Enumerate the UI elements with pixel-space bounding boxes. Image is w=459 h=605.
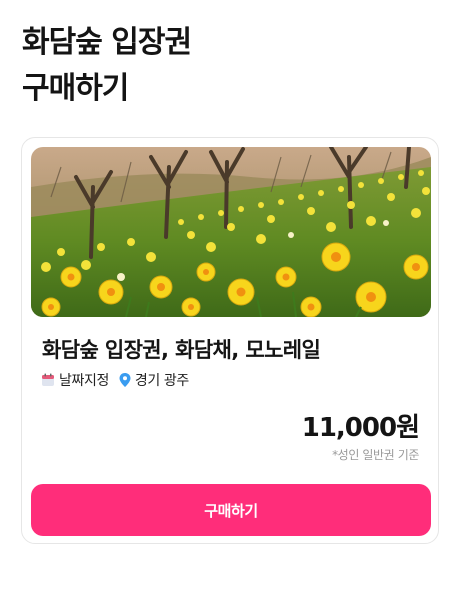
product-card[interactable]: 화담숲 입장권, 화담채, 모노레일 날짜지정 경기 광주 11,000원 *성… (21, 137, 439, 544)
location: 경기 광주 (119, 370, 189, 390)
price-note: *성인 일반권 기준 (332, 448, 419, 462)
buy-button[interactable]: 구매하기 (31, 484, 431, 536)
daffodil-field-illustration (31, 147, 431, 317)
page-title-line2: 구매하기 (22, 71, 129, 106)
price: 11,000원 (301, 413, 420, 443)
location-pin-icon (119, 373, 131, 387)
product-image (31, 147, 431, 317)
date-type: 날짜지정 (41, 370, 109, 390)
page-title-line1: 화담숲 입장권 (22, 25, 192, 60)
calendar-icon (42, 373, 54, 386)
product-name: 화담숲 입장권, 화담채, 모노레일 (42, 338, 321, 362)
date-label: 날짜지정 (59, 373, 109, 389)
product-meta: 날짜지정 경기 광주 (41, 370, 199, 390)
location-label: 경기 광주 (134, 373, 189, 389)
page-title: 화담숲 입장권 구매하기 (22, 20, 192, 112)
